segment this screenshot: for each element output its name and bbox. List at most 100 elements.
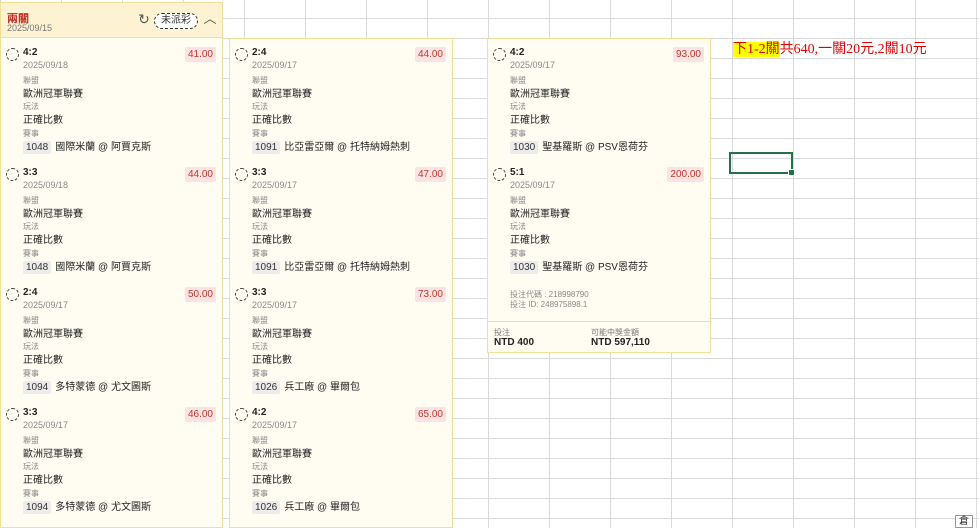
bet-item: 3:3 2025/09/17 46.00 聯盟 歐洲冠軍聯賽 玩法 正確比數 賽事 1094 多特… <box>1 401 222 521</box>
bet-item: 2:4 2025/09/17 44.00 聯盟 歐洲冠軍聯賽 玩法 正確比數 賽事 1091 比亞… <box>230 41 452 161</box>
bet-slip-panel-3: 4:2 2025/09/17 93.00 聯盟 歐洲冠軍聯賽 玩法 正確比數 賽事 1030 聖基… <box>487 38 711 353</box>
match-value: 1026 兵工廠 @ 畢爾包 <box>252 378 360 394</box>
refresh-icon[interactable]: ↻ <box>136 11 152 27</box>
match-value: 1091 比亞雷亞爾 @ 托特納姆熱刺 <box>252 138 410 154</box>
bet-date: 2025/09/17 <box>510 180 556 190</box>
note-text: 共640,一關20元,2關10元 <box>779 42 927 57</box>
stake-value: NTD 400 <box>494 337 535 348</box>
playtype-value: 正確比數 <box>510 115 550 126</box>
playtype-value: 正確比數 <box>23 235 63 246</box>
match-value: 1026 兵工廠 @ 畢爾包 <box>252 498 360 514</box>
match-id: 1030 <box>510 261 539 274</box>
bet-date: 2025/09/17 <box>252 60 298 70</box>
bet-item: 2:4 2025/09/17 50.00 聯盟 歐洲冠軍聯賽 玩法 正確比數 賽事 1094 多特… <box>1 281 222 401</box>
status-badge[interactable]: 未派彩 <box>154 13 198 29</box>
match-value: 1048 國際米蘭 @ 阿賈克斯 <box>23 138 151 154</box>
bet-date: 2025/09/18 <box>23 180 69 190</box>
pending-icon <box>6 408 19 421</box>
match-teams: 國際米蘭 @ 阿賈克斯 <box>55 142 151 153</box>
bet-id: 投注 ID: 248975898.1 <box>510 300 588 309</box>
match-teams: 聖基羅斯 @ PSV恩荷芬 <box>542 142 648 153</box>
bet-score: 3:3 <box>23 167 38 178</box>
bet-date: 2025/09/17 <box>252 180 298 190</box>
match-id: 1094 <box>23 381 52 394</box>
bet-item: 5:1 2025/09/17 200.00 聯盟 歐洲冠軍聯賽 玩法 正確比數 賽事 1030 聖… <box>488 161 710 281</box>
playtype-value: 正確比數 <box>252 235 292 246</box>
bet-date: 2025/09/17 <box>23 300 69 310</box>
league-value: 歐洲冠軍聯賽 <box>252 209 312 220</box>
match-teams: 兵工廠 @ 畢爾包 <box>284 382 360 393</box>
playtype-value: 正確比數 <box>252 115 292 126</box>
match-value: 1030 聖基羅斯 @ PSV恩荷芬 <box>510 258 648 274</box>
match-id: 1026 <box>252 381 281 394</box>
slip-footer: 投注 NTD 400 可能中獎金額 NTD 597,110 <box>488 321 710 351</box>
match-value: 1094 多特蒙德 @ 尤文圖斯 <box>23 498 151 514</box>
odds-badge: 200.00 <box>667 167 704 182</box>
bet-item: 4:2 2025/09/17 93.00 聯盟 歐洲冠軍聯賽 玩法 正確比數 賽事 1030 聖基… <box>488 41 710 161</box>
sheet-note: 下1-2關共640,一關20元,2關10元 <box>733 41 927 59</box>
bet-score: 2:4 <box>23 287 38 298</box>
pending-icon <box>493 168 506 181</box>
league-value: 歐洲冠軍聯賽 <box>23 449 83 460</box>
playtype-value: 正確比數 <box>23 475 63 486</box>
bet-slip-panel-2: 2:4 2025/09/17 44.00 聯盟 歐洲冠軍聯賽 玩法 正確比數 賽事 1091 比亞… <box>229 38 453 528</box>
bet-date: 2025/09/17 <box>510 60 556 70</box>
odds-badge: 44.00 <box>414 47 446 62</box>
league-value: 歐洲冠軍聯賽 <box>252 329 312 340</box>
selected-cell[interactable] <box>729 152 795 176</box>
playtype-value: 正確比數 <box>23 355 63 366</box>
pending-icon <box>235 48 248 61</box>
league-value: 歐洲冠軍聯賽 <box>252 449 312 460</box>
note-highlight: 下1-2關 <box>733 42 780 57</box>
league-value: 歐洲冠軍聯賽 <box>510 209 570 220</box>
sheet-tab[interactable]: 倉 <box>955 515 973 528</box>
bet-item: 3:3 2025/09/17 47.00 聯盟 歐洲冠軍聯賽 玩法 正確比數 賽事 1091 比亞… <box>230 161 452 281</box>
pending-icon <box>493 48 506 61</box>
match-teams: 國際米蘭 @ 阿賈克斯 <box>55 262 151 273</box>
match-value: 1091 比亞雷亞爾 @ 托特納姆熱刺 <box>252 258 410 274</box>
league-value: 歐洲冠軍聯賽 <box>23 329 83 340</box>
match-teams: 比亞雷亞爾 @ 托特納姆熱刺 <box>284 142 410 153</box>
bet-item: 4:2 2025/09/18 41.00 聯盟 歐洲冠軍聯賽 玩法 正確比數 賽事 1048 國際… <box>1 41 222 161</box>
pending-icon <box>235 288 248 301</box>
playtype-value: 正確比數 <box>252 475 292 486</box>
bet-score: 3:3 <box>252 167 267 178</box>
match-teams: 比亞雷亞爾 @ 托特納姆熱刺 <box>284 262 410 273</box>
match-teams: 多特蒙德 @ 尤文圖斯 <box>55 382 151 393</box>
playtype-value: 正確比數 <box>510 235 550 246</box>
playtype-value: 正確比數 <box>252 355 292 366</box>
bet-date: 2025/09/17 <box>23 420 69 430</box>
pending-icon <box>6 48 19 61</box>
bet-score: 5:1 <box>510 167 525 178</box>
odds-badge: 41.00 <box>184 47 216 62</box>
bet-item: 4:2 2025/09/17 65.00 聯盟 歐洲冠軍聯賽 玩法 正確比數 賽事 1026 兵工… <box>230 401 452 521</box>
bet-score: 4:2 <box>252 407 267 418</box>
bet-score: 4:2 <box>510 47 525 58</box>
bet-score: 3:3 <box>23 407 38 418</box>
match-id: 1091 <box>252 141 281 154</box>
bet-score: 3:3 <box>252 287 267 298</box>
match-value: 1094 多特蒙德 @ 尤文圖斯 <box>23 378 151 394</box>
pending-icon <box>235 168 248 181</box>
match-value: 1048 國際米蘭 @ 阿賈克斯 <box>23 258 151 274</box>
match-teams: 聖基羅斯 @ PSV恩荷芬 <box>542 262 648 273</box>
odds-badge: 47.00 <box>414 167 446 182</box>
bet-date: 2025/09/18 <box>23 60 69 70</box>
odds-badge: 65.00 <box>414 407 446 422</box>
match-value: 1030 聖基羅斯 @ PSV恩荷芬 <box>510 138 648 154</box>
match-id: 1030 <box>510 141 539 154</box>
match-id: 1048 <box>23 261 52 274</box>
payout-value: NTD 597,110 <box>591 337 650 348</box>
match-id: 1026 <box>252 501 281 514</box>
bet-slip-panel-1: 兩關 2025/09/15 ↻ 未派彩 ︿ 4:2 2025/09/18 41.00… <box>0 2 223 528</box>
league-value: 歐洲冠軍聯賽 <box>23 209 83 220</box>
match-id: 1048 <box>23 141 52 154</box>
match-teams: 多特蒙德 @ 尤文圖斯 <box>55 502 151 513</box>
match-id: 1091 <box>252 261 281 274</box>
bet-slip-header: 兩關 2025/09/15 ↻ 未派彩 ︿ <box>1 3 222 38</box>
league-value: 歐洲冠軍聯賽 <box>510 89 570 100</box>
chevron-up-icon[interactable]: ︿ <box>202 11 218 27</box>
match-id: 1094 <box>23 501 52 514</box>
odds-badge: 44.00 <box>184 167 216 182</box>
bet-score: 2:4 <box>252 47 267 58</box>
